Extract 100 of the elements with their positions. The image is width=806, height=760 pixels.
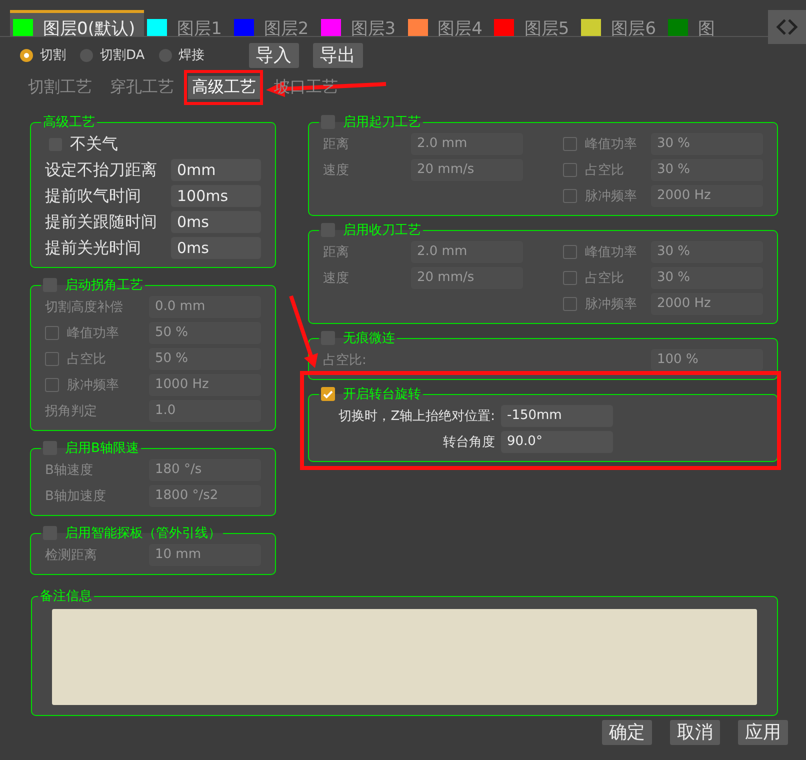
input-field[interactable]: -150mm bbox=[501, 405, 613, 427]
checkbox-label: 脉冲频率 bbox=[585, 296, 637, 313]
checkbox-label: 峰值功率 bbox=[585, 244, 637, 261]
chevron-right-icon bbox=[787, 18, 799, 36]
checkbox-label: 占空比 bbox=[585, 162, 624, 179]
group-title: 备注信息 bbox=[40, 588, 92, 605]
field-label: 占空比: bbox=[323, 352, 366, 369]
process-tab[interactable]: 穿孔工艺 bbox=[106, 76, 178, 98]
field-label: 速度 bbox=[323, 270, 349, 287]
group-title: 启用收刀工艺 bbox=[343, 222, 421, 239]
group-title: 启用起刀工艺 bbox=[343, 114, 421, 131]
checkbox-label: 峰值功率 bbox=[67, 325, 119, 342]
checkbox[interactable] bbox=[43, 441, 57, 455]
dialog-button[interactable]: 确定 bbox=[602, 720, 652, 745]
layer-tab[interactable]: 图 bbox=[665, 10, 724, 36]
file-button[interactable]: 导出 bbox=[312, 42, 363, 68]
group-title: 启用智能探板（管外引线） bbox=[65, 525, 221, 542]
input-field[interactable]: 0ms bbox=[171, 211, 261, 233]
checkbox[interactable] bbox=[45, 326, 59, 340]
field-label: 拐角判定 bbox=[45, 403, 97, 420]
checkbox[interactable] bbox=[321, 115, 335, 129]
field-label: 距离 bbox=[323, 136, 349, 153]
tab-scroll-button[interactable] bbox=[768, 10, 806, 44]
checkbox[interactable] bbox=[321, 387, 335, 401]
checkbox-label: 峰值功率 bbox=[585, 136, 637, 153]
dialog-button[interactable]: 取消 bbox=[670, 720, 720, 745]
checkbox[interactable] bbox=[321, 223, 335, 237]
group-title: 无痕微连 bbox=[343, 330, 395, 347]
input-field[interactable]: 30 % bbox=[651, 159, 763, 181]
dialog-button[interactable]: 应用 bbox=[738, 720, 788, 745]
input-field[interactable]: 50 % bbox=[149, 322, 261, 344]
input-field[interactable]: 0ms bbox=[171, 237, 261, 259]
radio-label: 焊接 bbox=[178, 47, 205, 64]
file-button[interactable]: 导入 bbox=[248, 42, 299, 68]
checkbox[interactable] bbox=[45, 352, 59, 366]
layer-tab[interactable]: 图层1 bbox=[144, 10, 231, 36]
input-field[interactable]: 1.0 bbox=[149, 400, 261, 422]
radio-label: 切割 bbox=[40, 47, 66, 64]
field-label: B轴加速度 bbox=[45, 488, 106, 505]
checkbox-label: 占空比 bbox=[585, 270, 624, 287]
chevron-left-icon bbox=[775, 18, 787, 36]
checkbox-label: 占空比 bbox=[67, 351, 106, 368]
input-field[interactable]: 2000 Hz bbox=[651, 185, 763, 207]
group-title: 启动拐角工艺 bbox=[65, 277, 143, 294]
input-field[interactable]: 90.0° bbox=[501, 431, 613, 453]
input-field[interactable]: 1800 °/s2 bbox=[149, 485, 261, 507]
checkbox[interactable] bbox=[563, 297, 577, 311]
field-label: 检测距离 bbox=[45, 547, 97, 564]
checkbox[interactable] bbox=[321, 331, 335, 345]
input-field[interactable]: 50 % bbox=[149, 348, 261, 370]
checkbox[interactable] bbox=[43, 278, 57, 292]
group-title: 启用B轴限速 bbox=[65, 440, 139, 457]
process-tab[interactable]: 切割工艺 bbox=[24, 76, 96, 98]
notes-field[interactable] bbox=[52, 609, 757, 705]
checkbox[interactable] bbox=[45, 378, 59, 392]
checkbox-label: 脉冲频率 bbox=[67, 377, 119, 394]
input-field[interactable]: 20 mm/s bbox=[411, 267, 523, 289]
layer-tab[interactable]: 图层3 bbox=[318, 10, 405, 36]
input-field[interactable]: 2.0 mm bbox=[411, 133, 523, 155]
checkbox[interactable] bbox=[563, 137, 577, 151]
field-label: 切割高度补偿 bbox=[45, 299, 123, 316]
process-tab[interactable]: 高级工艺 bbox=[188, 76, 260, 98]
layer-tab[interactable]: 图层6 bbox=[578, 10, 666, 36]
field-label: 提前关跟随时间 bbox=[45, 212, 157, 232]
field-label: B轴速度 bbox=[45, 462, 93, 479]
field-label: 提前关光时间 bbox=[45, 238, 141, 258]
checkbox[interactable] bbox=[563, 271, 577, 285]
checkbox[interactable] bbox=[563, 189, 577, 203]
radio-label: 切割DA bbox=[100, 47, 145, 64]
input-field[interactable]: 100ms bbox=[171, 185, 261, 207]
input-field[interactable]: 20 mm/s bbox=[411, 159, 523, 181]
input-field[interactable]: 2000 Hz bbox=[651, 293, 763, 315]
layer-tab[interactable]: 图层5 bbox=[491, 10, 578, 36]
input-field[interactable]: 10 mm bbox=[149, 544, 261, 566]
input-field[interactable]: 30 % bbox=[651, 267, 763, 289]
checkbox[interactable] bbox=[563, 163, 577, 177]
checkbox-label: 脉冲频率 bbox=[585, 188, 637, 205]
input-field[interactable]: 30 % bbox=[651, 133, 763, 155]
checkbox[interactable] bbox=[563, 245, 577, 259]
checkbox-label: 不关气 bbox=[70, 134, 118, 154]
radio-button[interactable] bbox=[158, 48, 172, 62]
input-field[interactable]: 0mm bbox=[171, 159, 261, 181]
input-field[interactable]: 180 °/s bbox=[149, 459, 261, 481]
field-label: 切换时，Z轴上抬绝对位置: bbox=[338, 408, 495, 425]
group-title: 开启转台旋转 bbox=[343, 386, 421, 403]
field-label: 速度 bbox=[323, 162, 349, 179]
radio-button[interactable] bbox=[20, 48, 33, 62]
input-field[interactable]: 30 % bbox=[651, 241, 763, 263]
layer-tab[interactable]: 图层2 bbox=[230, 10, 318, 36]
input-field[interactable]: 0.0 mm bbox=[149, 296, 261, 318]
radio-button[interactable] bbox=[80, 48, 93, 62]
checkbox[interactable] bbox=[43, 526, 57, 540]
group-title: 高级工艺 bbox=[43, 114, 95, 131]
input-field[interactable]: 100 % bbox=[651, 349, 763, 371]
field-label: 提前吹气时间 bbox=[45, 186, 141, 206]
layer-tab[interactable]: 图层4 bbox=[404, 10, 492, 36]
field-label: 转台角度 bbox=[443, 434, 495, 451]
input-field[interactable]: 1000 Hz bbox=[149, 374, 261, 396]
input-field[interactable]: 2.0 mm bbox=[411, 241, 523, 263]
field-label: 设定不抬刀距离 bbox=[45, 160, 157, 180]
